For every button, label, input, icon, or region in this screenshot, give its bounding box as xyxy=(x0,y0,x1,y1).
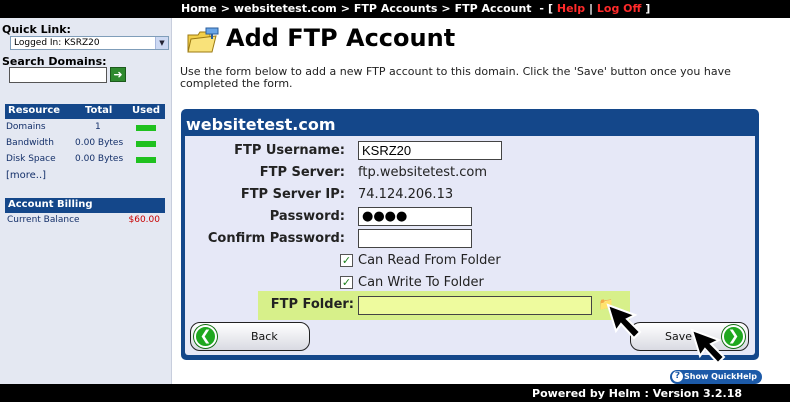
password-input[interactable]: ●●●● xyxy=(358,207,472,226)
back-button[interactable]: ❮ Back xyxy=(190,322,310,351)
arrow-right-icon: ➜ xyxy=(113,68,123,81)
resource-table-header: Resource Total Used xyxy=(5,104,165,119)
balance-amount: $60.00 xyxy=(128,215,161,225)
billing-header: Account Billing xyxy=(5,198,165,213)
resource-name: Bandwidth xyxy=(6,138,54,148)
password-mask: ●●●● xyxy=(362,209,408,224)
footer: Powered by Helm : Version 3.2.18 xyxy=(0,384,790,402)
password-label: Password: xyxy=(269,209,345,224)
more-link[interactable]: [more..] xyxy=(6,170,46,181)
server-value: ftp.websitetest.com xyxy=(358,165,488,180)
col-total: Total xyxy=(85,105,113,116)
server-ip-value: 74.124.206.13 xyxy=(358,187,454,202)
breadcrumb-domain[interactable]: websitetest.com xyxy=(234,2,337,15)
username-label: FTP Username: xyxy=(234,143,345,158)
table-row: Disk Space 0.00 Bytes xyxy=(5,153,165,168)
resource-total: 0.00 Bytes xyxy=(75,154,124,164)
panel-title: websitetest.com xyxy=(186,115,336,134)
breadcrumb: Home > websitetest.com > FTP Accounts > FTP Ac… xyxy=(181,2,651,15)
intro-text: Use the form below to add a new FTP acco… xyxy=(180,65,731,90)
checkmark-icon: ✓ xyxy=(341,254,352,267)
confirm-password-input[interactable] xyxy=(358,229,472,248)
help-icon: ? xyxy=(672,371,683,382)
search-domains-input[interactable] xyxy=(9,67,107,83)
ftp-folder-row: FTP Folder: 📁 xyxy=(258,291,630,320)
used-bar xyxy=(136,125,156,131)
col-used: Used xyxy=(132,105,161,116)
used-bar xyxy=(136,157,156,163)
balance-label: Current Balance xyxy=(7,215,80,225)
panel-body: FTP Username: FTP Server: ftp.websitetes… xyxy=(185,136,755,355)
can-write-checkbox[interactable]: ✓ xyxy=(340,276,353,289)
used-bar xyxy=(136,141,156,147)
chevron-down-icon: ▼ xyxy=(155,37,168,49)
show-quickhelp-button[interactable]: ? Show QuickHelp xyxy=(670,370,763,384)
sidebar: Quick Link: Logged In: KSRZ20 ▼ Search D… xyxy=(0,18,172,384)
quick-link-value: Logged In: KSRZ20 xyxy=(14,38,100,48)
separator-pipe: | xyxy=(589,2,594,15)
can-write-label: Can Write To Folder xyxy=(358,275,484,290)
top-bar: Home > websitetest.com > FTP Accounts > FTP Ac… xyxy=(0,0,790,18)
ftp-username-input[interactable] xyxy=(358,141,502,160)
resource-name: Domains xyxy=(6,122,46,132)
resource-total: 1 xyxy=(95,122,101,132)
help-link[interactable]: Help xyxy=(557,2,585,15)
breadcrumb-ftp-account: FTP Account xyxy=(454,2,532,15)
logoff-link[interactable]: Log Off xyxy=(597,2,642,15)
back-label: Back xyxy=(251,330,278,343)
page-title: Add FTP Account xyxy=(226,24,456,52)
billing-row: Current Balance $60.00 xyxy=(5,215,165,225)
resource-total: 0.00 Bytes xyxy=(75,138,124,148)
table-row: Domains 1 xyxy=(5,121,165,136)
bracket-open: [ xyxy=(548,2,554,15)
ftp-form-panel: websitetest.com FTP Username: FTP Server… xyxy=(181,109,759,360)
breadcrumb-home[interactable]: Home xyxy=(181,2,217,15)
breadcrumb-ftp-accounts[interactable]: FTP Accounts xyxy=(354,2,438,15)
can-read-checkbox[interactable]: ✓ xyxy=(340,254,353,267)
quick-link-select[interactable]: Logged In: KSRZ20 ▼ xyxy=(10,36,169,50)
ftp-folder-input[interactable] xyxy=(358,296,592,315)
save-label: Save xyxy=(665,330,693,343)
pointer-arrow-icon xyxy=(690,328,726,365)
pointer-arrow-icon xyxy=(606,303,642,340)
can-read-label: Can Read From Folder xyxy=(358,253,501,268)
quick-link-label: Quick Link: xyxy=(2,23,71,36)
quickhelp-label: Show QuickHelp xyxy=(684,372,758,381)
server-label: FTP Server: xyxy=(259,165,345,180)
confirm-password-label: Confirm Password: xyxy=(207,231,345,246)
folder-icon xyxy=(187,27,219,53)
table-row: Bandwidth 0.00 Bytes xyxy=(5,137,165,152)
bracket-close: ] xyxy=(645,2,651,15)
checkmark-icon: ✓ xyxy=(341,276,352,289)
search-go-button[interactable]: ➜ xyxy=(110,67,126,82)
arrow-left-icon: ❮ xyxy=(194,325,217,348)
footer-text: Powered by Helm : Version 3.2.18 xyxy=(532,387,742,400)
col-resource: Resource xyxy=(8,105,61,116)
server-ip-label: FTP Server IP: xyxy=(240,187,345,202)
ftp-folder-label: FTP Folder: xyxy=(270,297,354,312)
resource-name: Disk Space xyxy=(6,154,56,164)
